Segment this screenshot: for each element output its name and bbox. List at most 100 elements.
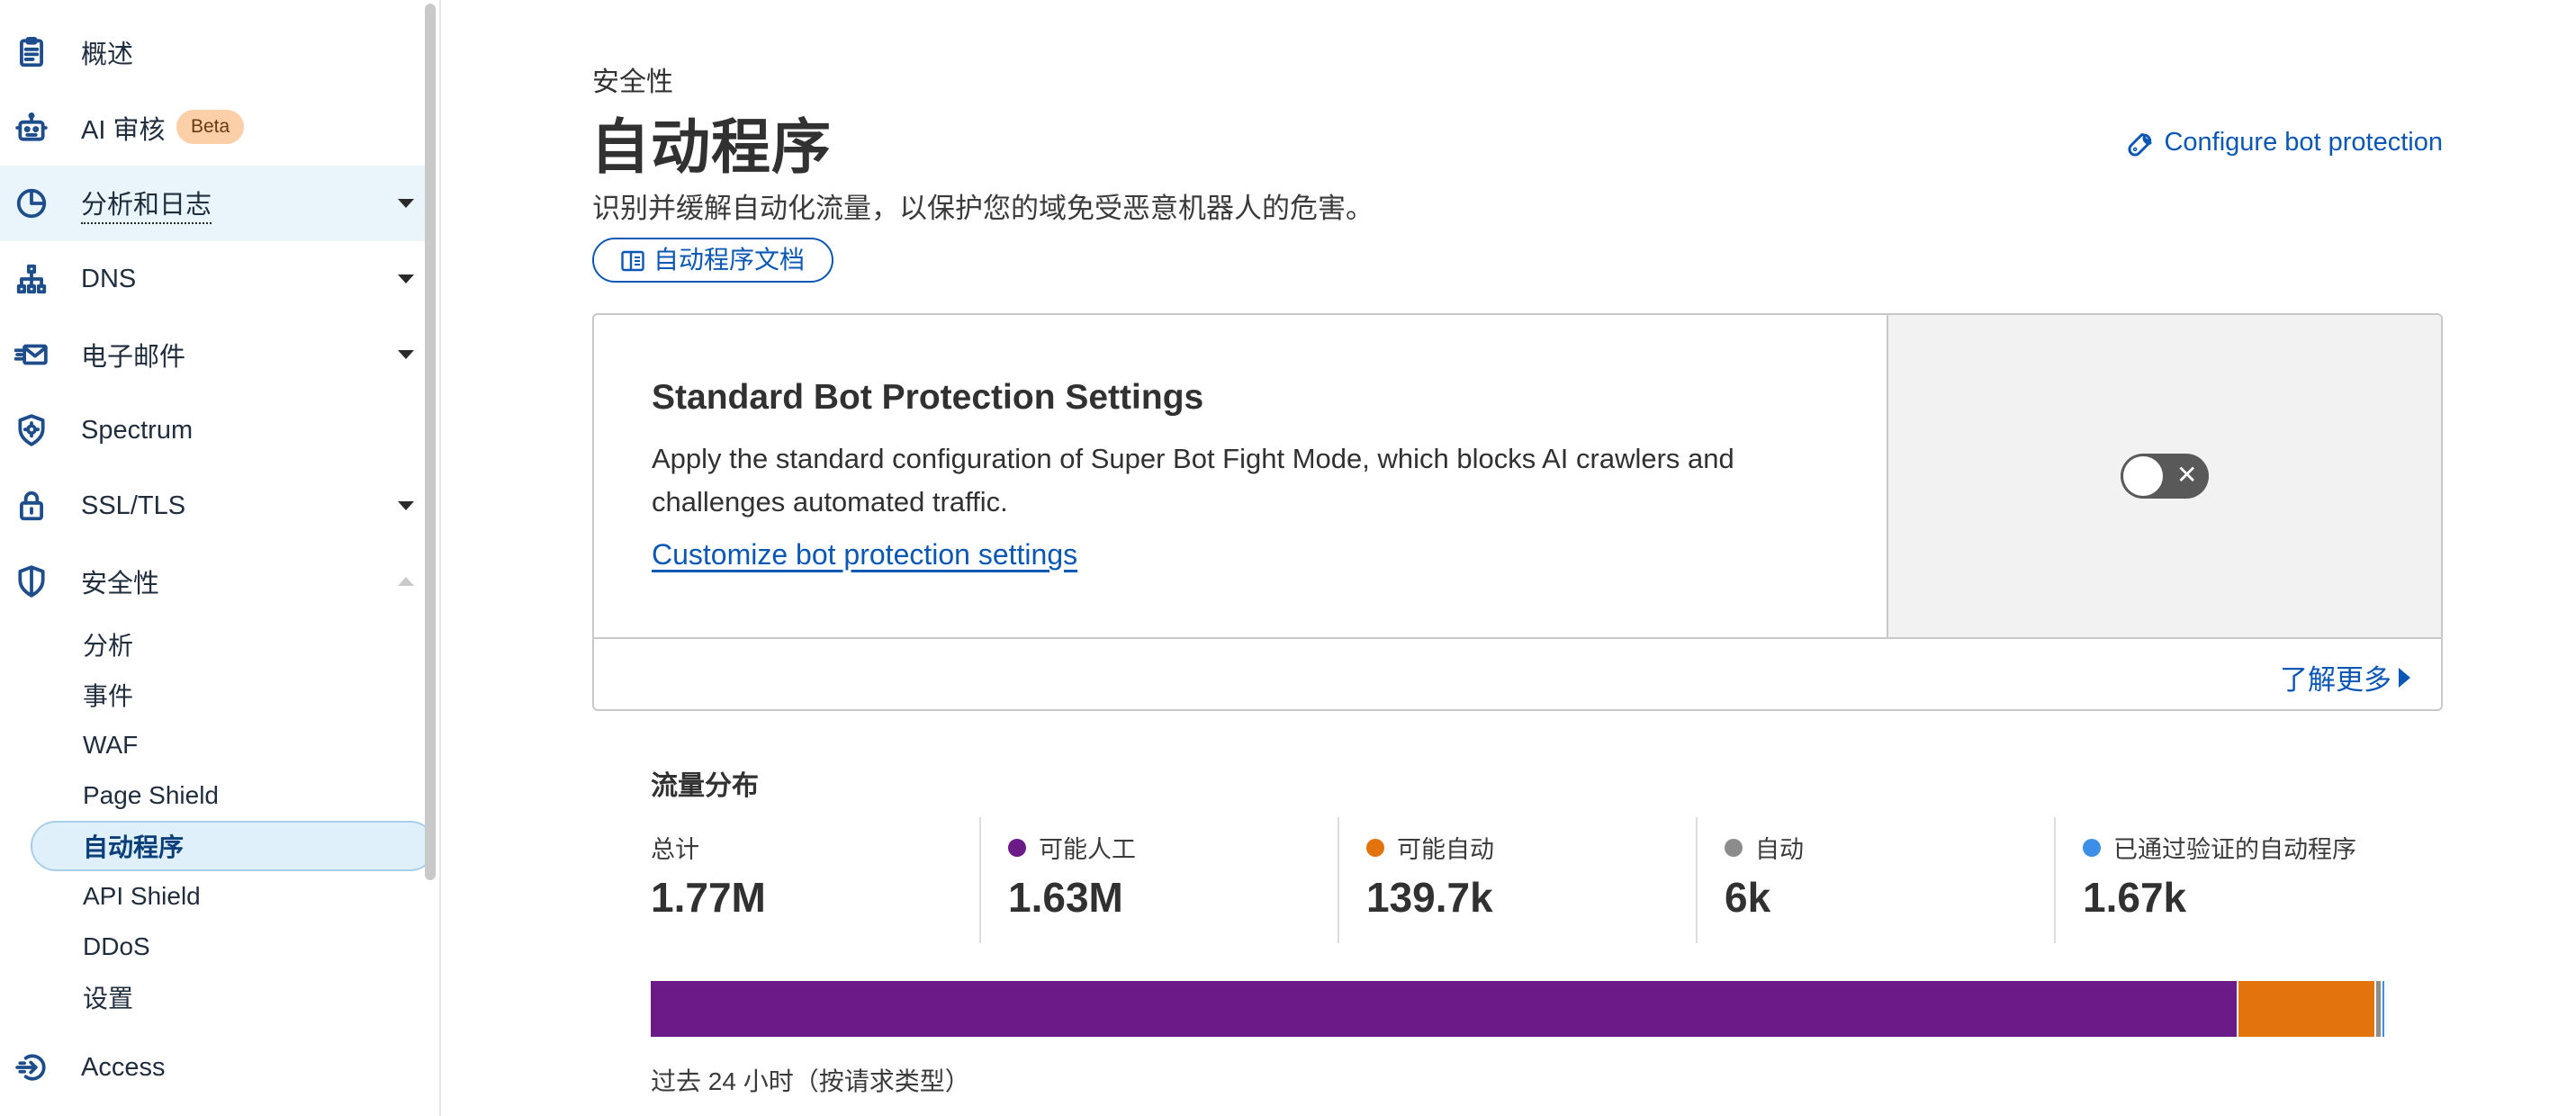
mail-icon xyxy=(13,336,50,374)
stat-divider xyxy=(979,817,981,943)
sidebar-subitem-bots[interactable]: 自动程序 xyxy=(31,821,436,871)
wrench-icon xyxy=(2128,132,2152,156)
sidebar-subitem-events[interactable]: 事件 xyxy=(31,670,436,720)
access-icon xyxy=(13,1048,50,1086)
stat-value: 1.67k xyxy=(2083,874,2187,921)
sidebar-subitem-label: 分析 xyxy=(83,632,134,660)
sidebar-item-label: SSL/TLS xyxy=(81,490,186,520)
sidebar-subitem-waf[interactable]: WAF xyxy=(31,720,436,770)
breadcrumb[interactable]: 安全性 xyxy=(592,59,673,99)
bot-icon xyxy=(13,109,50,147)
legend-dot xyxy=(1366,838,1384,857)
card-footer: 了解更多 xyxy=(594,637,2441,709)
stat-value: 1.63M xyxy=(1008,874,1123,921)
bot-protection-toggle[interactable]: ✕ xyxy=(2121,454,2209,499)
shield-gear-icon xyxy=(13,411,50,449)
sidebar-item-ai-audit[interactable]: AI 审核 Beta xyxy=(0,90,432,166)
stat-value: 6k xyxy=(1725,874,1771,921)
sidebar-subitem-label: API Shield xyxy=(83,882,201,910)
sidebar: 概述 AI 审核 Beta 分析和日志 DNS 电子邮件 Spectrum SS… xyxy=(0,0,441,1116)
page-subtitle: 识别并缓解自动化流量，以保护您的域免受恶意机器人的危害。 xyxy=(592,193,1374,224)
close-icon: ✕ xyxy=(2176,461,2198,489)
sidebar-item-label: 分析和日志 xyxy=(81,184,212,224)
chevron-down-icon xyxy=(398,274,414,284)
stat-divider xyxy=(2054,817,2056,943)
sidebar-subitem-label: 设置 xyxy=(83,985,134,1012)
sidebar-item-spectrum[interactable]: Spectrum xyxy=(0,392,432,468)
sidebar-subitem-ddos[interactable]: DDoS xyxy=(31,922,436,972)
stat-label: 总计 xyxy=(651,830,699,865)
configure-bot-protection-label: Configure bot protection xyxy=(2164,128,2443,157)
sidebar-item-label: Spectrum xyxy=(81,415,194,445)
toggle-knob xyxy=(2123,456,2163,496)
sidebar-subitem-label: 自动程序 xyxy=(83,833,185,861)
stat-label: 可能人工 xyxy=(1008,830,1136,865)
sidebar-subitem-settings[interactable]: 设置 xyxy=(31,972,436,1022)
learn-more-link[interactable]: 了解更多 xyxy=(2280,657,2410,698)
configure-bot-protection-link[interactable]: Configure bot protection xyxy=(2128,128,2443,158)
stat-divider xyxy=(1338,817,1339,943)
bots-docs-button[interactable]: 自动程序文档 xyxy=(592,238,834,283)
beta-badge: Beta xyxy=(176,110,245,144)
sidebar-item-label: 安全性 xyxy=(81,570,160,598)
sidebar-item-label: 电子邮件 xyxy=(81,343,186,372)
stat-divider xyxy=(1696,817,1698,943)
card-body: Standard Bot Protection Settings Apply t… xyxy=(594,315,1888,637)
sidebar-subitem-label: DDoS xyxy=(83,932,150,960)
sidebar-subitem-api-shield[interactable]: API Shield xyxy=(31,871,436,922)
stat-label: 自动 xyxy=(1725,830,1804,865)
lock-icon xyxy=(13,487,50,525)
traffic-distribution-title: 流量分布 xyxy=(651,771,759,801)
legend-dot xyxy=(1008,838,1026,857)
sidebar-scrollbar[interactable] xyxy=(425,4,436,880)
sidebar-item-label: Access xyxy=(81,1052,166,1082)
stat-label-text: 总计 xyxy=(651,836,699,863)
sidebar-item-ssl-tls[interactable]: SSL/TLS xyxy=(0,468,432,544)
legend-dot xyxy=(1725,838,1743,857)
chevron-down-icon xyxy=(398,199,414,208)
sidebar-subitem-page-shield[interactable]: Page Shield xyxy=(31,770,436,821)
sidebar-item-access[interactable]: Access xyxy=(0,1030,432,1105)
chevron-up-icon xyxy=(398,577,414,586)
customize-bot-protection-link[interactable]: Customize bot protection settings xyxy=(652,538,1077,572)
bar-segment[interactable] xyxy=(2236,981,2374,1037)
sidebar-item-email[interactable]: 电子邮件 xyxy=(0,317,432,392)
traffic-bar-caption: 过去 24 小时（按请求类型） xyxy=(651,1067,970,1095)
stat-label-text: 可能自动 xyxy=(1397,836,1494,863)
sidebar-item-label: AI 审核 xyxy=(81,116,166,145)
pie-chart-icon xyxy=(13,184,50,222)
sidebar-item-label: 概述 xyxy=(81,40,134,69)
network-icon xyxy=(13,260,50,298)
sidebar-subitem-label: WAF xyxy=(83,731,139,759)
sidebar-item-label: DNS xyxy=(81,264,137,293)
sidebar-item-security[interactable]: 安全性 xyxy=(0,544,432,619)
bar-segment[interactable] xyxy=(651,981,2237,1037)
standard-bot-protection-card: Standard Bot Protection Settings Apply t… xyxy=(592,313,2443,711)
stat-value: 139.7k xyxy=(1366,874,1493,921)
card-title: Standard Bot Protection Settings xyxy=(652,378,1204,417)
card-description: Apply the standard configuration of Supe… xyxy=(652,443,1734,518)
book-icon xyxy=(621,250,644,272)
stat-label-text: 可能人工 xyxy=(1039,836,1136,863)
stat-label-text: 自动 xyxy=(1755,836,1804,863)
chevron-down-icon xyxy=(398,501,414,510)
card-toggle-panel: ✕ xyxy=(1888,315,2441,637)
bar-segment[interactable] xyxy=(2381,981,2384,1037)
sidebar-item-analytics-logs[interactable]: 分析和日志 xyxy=(0,166,432,241)
legend-dot xyxy=(2083,838,2101,857)
sidebar-subitem-label: 事件 xyxy=(83,682,134,710)
page-title: 自动程序 xyxy=(590,113,832,180)
stat-label: 可能自动 xyxy=(1366,830,1494,865)
traffic-distribution-bar[interactable] xyxy=(651,981,2384,1037)
sidebar-subitem-label: Page Shield xyxy=(83,781,220,809)
learn-more-label: 了解更多 xyxy=(2280,664,2391,696)
stat-label: 已通过验证的自动程序 xyxy=(2083,830,2356,865)
caret-right-icon xyxy=(2399,667,2410,688)
stat-value: 1.77M xyxy=(651,874,766,921)
sidebar-subitem-analytics[interactable]: 分析 xyxy=(31,619,436,670)
chevron-down-icon xyxy=(398,350,414,359)
bar-segment[interactable] xyxy=(2373,981,2382,1037)
sidebar-item-dns[interactable]: DNS xyxy=(0,241,432,317)
sidebar-item-overview[interactable]: 概述 xyxy=(0,14,432,90)
shield-icon xyxy=(13,562,50,600)
